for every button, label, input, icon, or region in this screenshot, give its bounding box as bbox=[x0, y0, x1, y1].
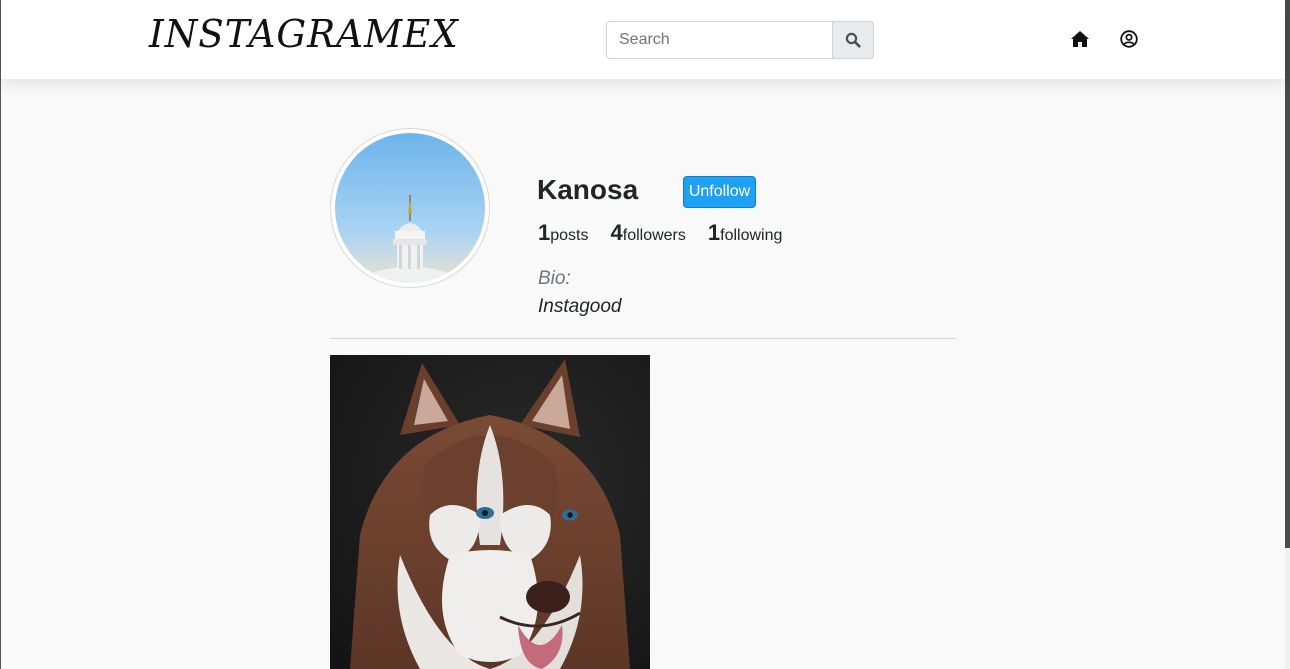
stat-posts-count: 1 bbox=[538, 220, 551, 245]
search-button[interactable] bbox=[832, 21, 874, 59]
profile-link[interactable] bbox=[1119, 29, 1139, 49]
stat-following[interactable]: 1 following bbox=[708, 220, 783, 246]
bio-label: Bio: bbox=[538, 268, 571, 289]
home-icon bbox=[1071, 31, 1089, 47]
profile-username: Kanosa bbox=[537, 174, 639, 205]
stat-followers-count: 4 bbox=[610, 220, 623, 245]
stat-following-label: following bbox=[720, 227, 783, 244]
unfollow-button[interactable]: Unfollow bbox=[683, 176, 756, 208]
scrollbar[interactable] bbox=[1285, 0, 1290, 669]
search-input[interactable] bbox=[606, 21, 833, 59]
stat-followers-label: followers bbox=[622, 227, 686, 244]
profile-avatar bbox=[330, 128, 490, 288]
post-thumbnail[interactable] bbox=[330, 355, 650, 669]
profile-stats: 1 posts 4 followers 1 following bbox=[538, 220, 804, 246]
stat-posts-label: posts bbox=[550, 227, 589, 244]
stat-posts: 1 posts bbox=[538, 220, 589, 246]
navbar: INSTAGRAMEX bbox=[1, 0, 1285, 79]
search-icon bbox=[845, 32, 861, 48]
user-circle-icon bbox=[1120, 30, 1138, 48]
avatar-image bbox=[335, 133, 485, 283]
home-link[interactable] bbox=[1070, 29, 1090, 49]
brand-logo[interactable]: INSTAGRAMEX bbox=[149, 12, 459, 56]
stat-followers[interactable]: 4 followers bbox=[611, 220, 686, 246]
stat-following-count: 1 bbox=[707, 220, 721, 245]
scrollbar-thumb[interactable] bbox=[1285, 0, 1290, 548]
profile-divider bbox=[330, 338, 957, 339]
window-edge bbox=[0, 0, 1, 669]
bio-text: Instagood bbox=[538, 296, 622, 317]
search-form bbox=[606, 21, 874, 59]
